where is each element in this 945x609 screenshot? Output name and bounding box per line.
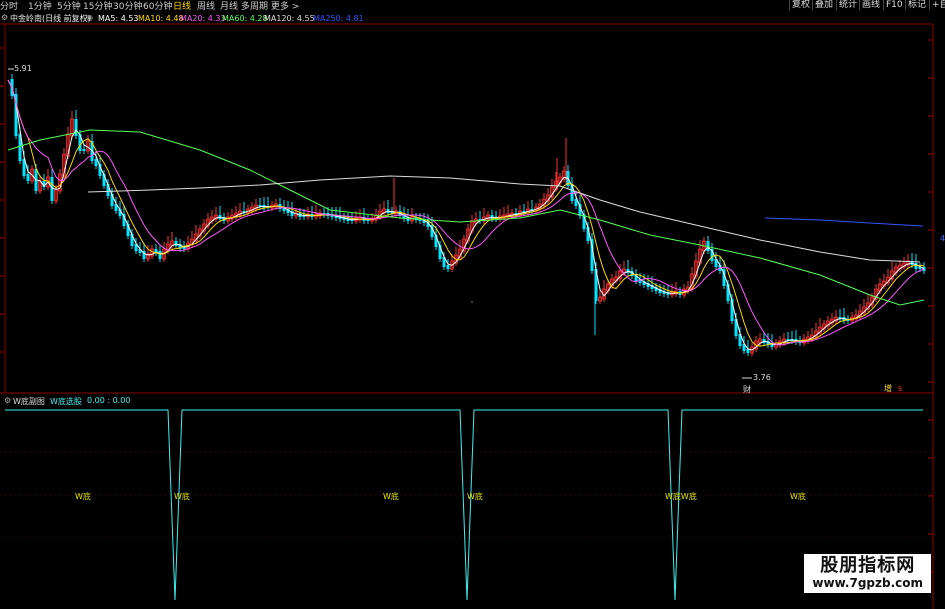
candle-body	[50, 177, 54, 201]
dot-marker	[471, 301, 473, 303]
ma5-line	[7, 79, 925, 351]
candle-body	[446, 265, 450, 269]
candle-body	[82, 149, 86, 151]
right-edge-price: 4	[940, 234, 945, 243]
ma20-line	[7, 79, 925, 346]
w-bottom-label-2: W底	[383, 492, 399, 501]
candle-body	[94, 159, 98, 166]
watermark: 股朋指标网 www.7gpzb.com	[804, 554, 931, 593]
increase-marker[interactable]: 增	[884, 383, 892, 394]
w-bottom-label-1: W底	[174, 492, 190, 501]
indicator-values: 0.00 : 0.00	[87, 396, 131, 405]
high-price-label: 5.91	[14, 64, 32, 73]
w-bottom-label-4: W底W底	[665, 492, 697, 501]
s-marker[interactable]: s	[898, 384, 902, 393]
watermark-title: 股朋指标网	[820, 555, 916, 576]
w-indicator-line	[5, 409, 923, 601]
low-price-label: 3.76	[753, 373, 771, 382]
gear-icon[interactable]: ⚙	[4, 396, 11, 405]
ma250-line	[764, 217, 924, 227]
w-bottom-label-5: W底	[790, 492, 806, 501]
kline-chart[interactable]	[0, 0, 945, 609]
ma60-line	[7, 129, 925, 306]
w-bottom-label-3: W底	[467, 492, 483, 501]
sub-panel-title: W底副图	[13, 397, 45, 406]
finance-marker[interactable]: 财	[743, 384, 751, 395]
watermark-url: www.7gpzb.com	[812, 576, 923, 590]
indicator-name: W底选股	[50, 397, 82, 406]
candle-body	[158, 251, 162, 259]
w-bottom-label-0: W底	[75, 492, 91, 501]
candle-body	[26, 174, 30, 181]
ma10-line	[7, 79, 925, 347]
